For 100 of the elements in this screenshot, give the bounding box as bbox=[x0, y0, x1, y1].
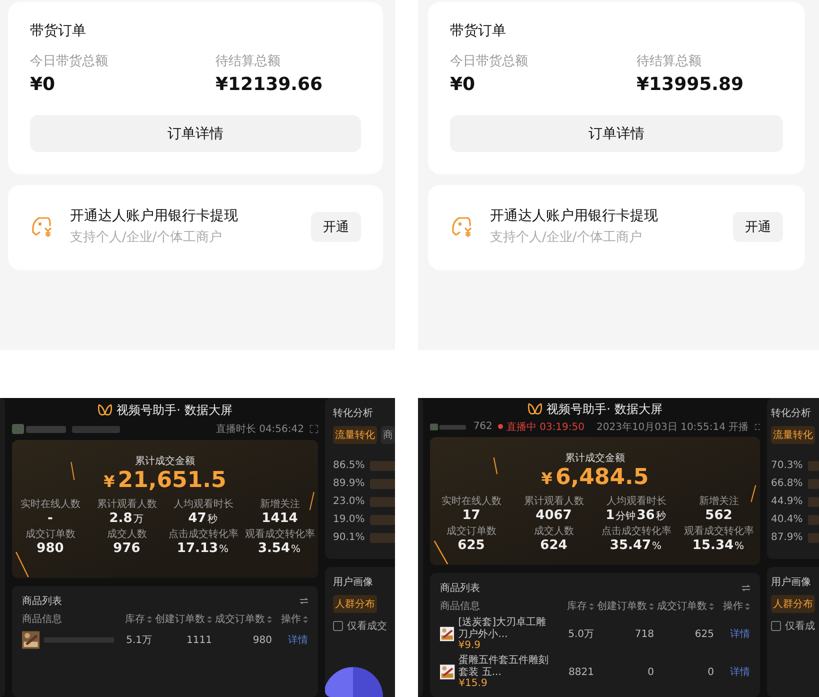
sort-icon[interactable] bbox=[709, 602, 714, 610]
details-link[interactable]: 详情 bbox=[288, 633, 308, 647]
column-header: 操作 bbox=[723, 600, 743, 613]
sort-icon[interactable] bbox=[147, 616, 152, 622]
profile-tab[interactable]: 人群分布 bbox=[333, 595, 377, 613]
sort-icon[interactable] bbox=[589, 602, 594, 610]
metric-value: 15.34% bbox=[692, 538, 746, 553]
card-title: 带货订单 bbox=[450, 22, 507, 40]
metric-value: 976 bbox=[113, 541, 140, 556]
sort-icon[interactable] bbox=[745, 602, 750, 610]
column-header: 创建订单数 bbox=[597, 600, 647, 613]
profile-title: 用户画像 bbox=[771, 576, 812, 589]
dashboard-title: 视频号助手· 数据大屏 bbox=[116, 402, 232, 418]
account-suffix: 762 bbox=[473, 421, 492, 432]
table-cell-text: 0 bbox=[706, 666, 714, 678]
funnel-step bbox=[808, 496, 819, 506]
table-cell-text: 625 bbox=[694, 628, 714, 640]
table-cell-text: 718 bbox=[634, 628, 654, 640]
column-header: 操作 bbox=[281, 613, 301, 626]
light-streak bbox=[750, 485, 756, 502]
product-list-title: 商品列表 bbox=[22, 594, 62, 608]
live-time: 直播时长 04:56:42 bbox=[216, 422, 304, 436]
sort-icon[interactable] bbox=[267, 616, 272, 622]
column-header: 商品信息 bbox=[22, 612, 62, 626]
bank-title: 开通达人账户用银行卡提现 bbox=[490, 207, 659, 225]
metric-label: 实时在线人数 bbox=[441, 494, 502, 508]
light-streak bbox=[493, 457, 498, 474]
column-header: 成交订单数 bbox=[657, 600, 707, 613]
details-link[interactable]: 详情 bbox=[730, 665, 750, 679]
sort-icon[interactable] bbox=[649, 602, 654, 610]
metric-label: 新增关注 bbox=[698, 494, 739, 508]
metric-value: 562 bbox=[705, 508, 732, 523]
checkbox-label: 仅看成 bbox=[785, 620, 815, 633]
funnel-step bbox=[808, 514, 819, 524]
metric-value: 625 bbox=[458, 538, 485, 553]
table-cell-text: 5.1万 bbox=[125, 634, 152, 647]
metric-value: - bbox=[48, 511, 53, 526]
funnel-step bbox=[808, 478, 819, 488]
metric-value: 17.13% bbox=[176, 541, 230, 556]
column-header: 创建订单数 bbox=[155, 612, 205, 626]
conversion-title: 转化分析 bbox=[771, 406, 812, 420]
sort-icon[interactable] bbox=[303, 616, 308, 622]
conversion-rate: 44.9% bbox=[771, 496, 803, 507]
column-header: 商品信息 bbox=[440, 600, 480, 613]
light-streak bbox=[309, 492, 314, 510]
stat-value: ¥12139.66 bbox=[216, 74, 324, 95]
activate-button[interactable]: 开通 bbox=[733, 212, 783, 242]
stat-value: ¥13995.89 bbox=[636, 74, 745, 95]
dashboard-title: 视频号助手· 数据大屏 bbox=[546, 400, 662, 418]
order-details-button[interactable]: 订单详情 bbox=[450, 115, 783, 152]
blurred-account-drawing bbox=[430, 422, 468, 432]
light-streak bbox=[434, 540, 448, 564]
funnel-step bbox=[808, 532, 819, 542]
live-status: 直播中 03:19:50 bbox=[498, 420, 584, 434]
details-link[interactable]: 详情 bbox=[730, 627, 750, 641]
metric-value: 2.8万 bbox=[109, 511, 144, 526]
profile-tab[interactable]: 人群分布 bbox=[771, 595, 815, 613]
conversion-tab[interactable]: 流量转化 bbox=[771, 426, 815, 444]
funnel-step bbox=[370, 460, 395, 470]
fullscreen-icon[interactable] bbox=[310, 425, 318, 433]
stat-value: ¥0 bbox=[30, 74, 56, 95]
table-cell-text: 5.0万 bbox=[567, 628, 594, 641]
conversion-rate: 86.5% bbox=[333, 460, 365, 471]
light-streak bbox=[16, 552, 29, 578]
butterfly-icon bbox=[528, 403, 542, 416]
profile-title: 用户画像 bbox=[333, 576, 374, 589]
total-amount: ¥21,651.5 bbox=[104, 468, 226, 493]
metric-value: 3.54% bbox=[258, 541, 302, 556]
order-details-button[interactable]: 订单详情 bbox=[30, 115, 361, 152]
metric-label: 点击成交转化率 bbox=[168, 528, 238, 541]
stat-label: 今日带货总额 bbox=[450, 53, 529, 70]
checkbox-label: 仅看成交 bbox=[347, 620, 387, 633]
sort-icon[interactable] bbox=[207, 616, 212, 622]
checkbox[interactable] bbox=[333, 621, 343, 631]
activate-button[interactable]: 开通 bbox=[311, 212, 361, 242]
funnel-step bbox=[370, 532, 395, 542]
metric-value: 980 bbox=[36, 541, 64, 556]
metric-label: 实时在线人数 bbox=[20, 498, 80, 511]
table-cell-text: 980 bbox=[252, 634, 272, 646]
column-header: 成交订单数 bbox=[215, 612, 265, 626]
conversion-title: 转化分析 bbox=[333, 406, 374, 420]
conversion-tab[interactable]: 流量转化 bbox=[333, 426, 377, 444]
fullscreen-icon[interactable] bbox=[754, 422, 760, 431]
column-header: 库存 bbox=[125, 612, 145, 626]
conversion-rate: 89.9% bbox=[333, 478, 365, 489]
checkbox[interactable] bbox=[771, 621, 781, 631]
metric-label: 人均观看时长 bbox=[606, 494, 666, 508]
bank-title: 开通达人账户用银行卡提现 bbox=[70, 207, 239, 225]
total-label: 累计成交金额 bbox=[565, 452, 625, 465]
swap-icon[interactable] bbox=[300, 598, 308, 604]
metric-value: 4067 bbox=[536, 508, 572, 523]
metric-value: 1414 bbox=[262, 511, 298, 526]
bank-subtitle: 支持个人/企业/个体工商户 bbox=[490, 229, 643, 246]
conversion-rate: 19.0% bbox=[333, 514, 365, 525]
stat-label: 待结算总额 bbox=[216, 53, 282, 70]
table-cell-text: 0 bbox=[646, 666, 654, 678]
conversion-tab[interactable]: 商 bbox=[381, 426, 395, 444]
metric-value: 17 bbox=[462, 508, 480, 523]
conversion-rate: 23.0% bbox=[333, 496, 365, 507]
swap-icon[interactable] bbox=[742, 585, 750, 591]
